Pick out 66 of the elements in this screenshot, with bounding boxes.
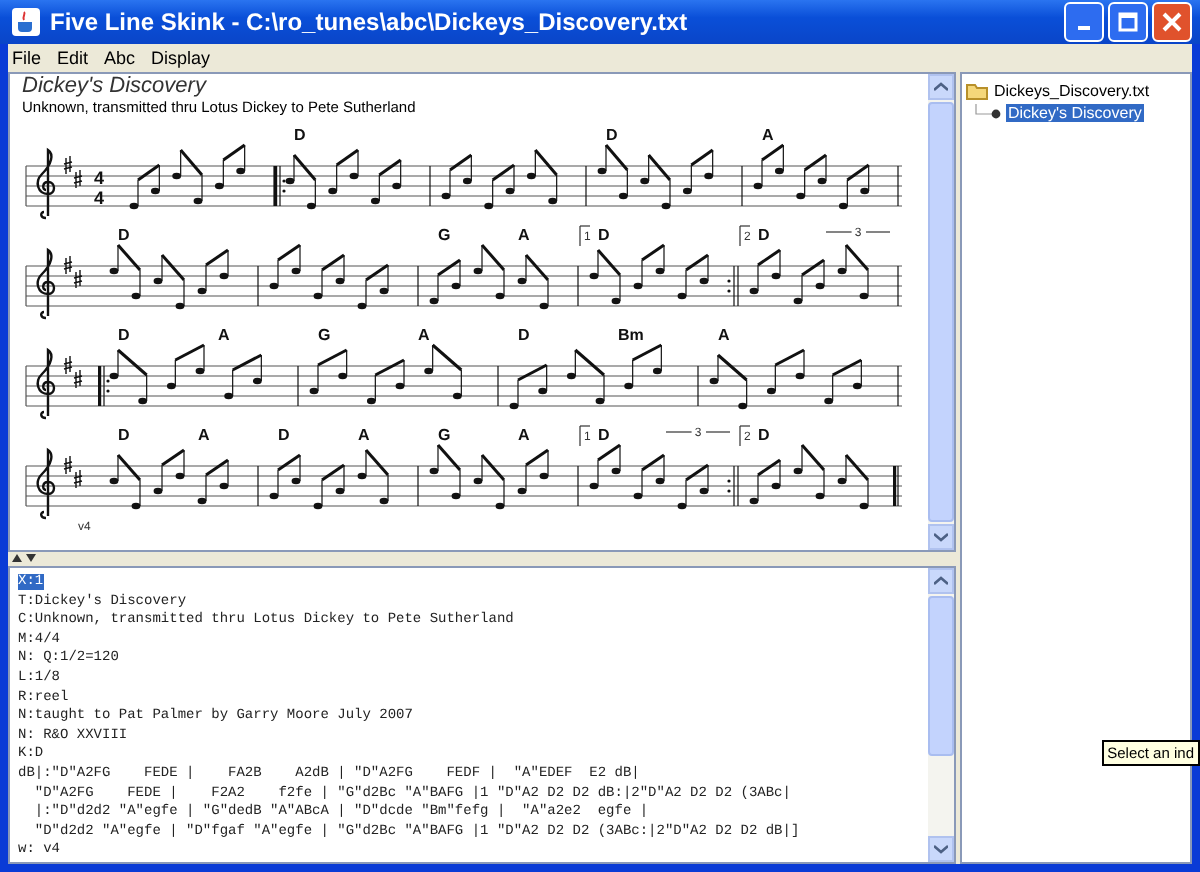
time-signature-top: 4 — [94, 168, 105, 188]
maximize-button[interactable] — [1108, 2, 1148, 42]
tune-title: Dickey's Discovery — [22, 76, 209, 98]
chord-label: D — [598, 226, 610, 244]
scroll-up-button[interactable] — [928, 568, 954, 594]
tree-node-icon — [974, 104, 1002, 122]
key-signature-icon — [63, 255, 83, 289]
menu-item[interactable]: Edit — [57, 48, 89, 68]
chevron-up-icon — [934, 576, 948, 586]
collapse-arrows-icon[interactable] — [12, 554, 36, 564]
scroll-up-button[interactable] — [928, 74, 954, 100]
ending-bracket — [739, 225, 751, 247]
chord-label: D — [758, 426, 770, 444]
maximize-icon — [1118, 12, 1138, 32]
chord-label: D — [118, 226, 130, 244]
key-signature-icon — [63, 455, 83, 489]
chord-label: D — [118, 426, 130, 444]
time-signature-bottom: 4 — [94, 188, 105, 208]
ending-bracket — [579, 225, 591, 247]
chevron-down-icon — [934, 844, 948, 854]
abc-text-editor[interactable] — [8, 566, 956, 864]
chord-label: D — [518, 326, 530, 344]
minimize-icon — [1078, 26, 1090, 30]
chord-label: D — [598, 426, 610, 444]
scroll-down-button[interactable] — [928, 836, 954, 862]
chord-label: A — [218, 326, 230, 344]
menu-item[interactable]: Display — [151, 48, 211, 68]
window-title: Five Line Skink - C:\ro_tunes\abc\Dickeys_Discovery.txt — [50, 8, 690, 36]
chevron-up-icon — [934, 82, 948, 92]
tree-item[interactable]: Dickey's Discovery — [1006, 104, 1144, 122]
minimize-button[interactable] — [1064, 2, 1104, 42]
menu-item[interactable]: Abc — [104, 48, 136, 68]
key-signature-icon — [63, 355, 83, 389]
chord-label: D — [118, 326, 130, 344]
ending-bracket — [739, 425, 751, 447]
key-signature-icon — [63, 155, 83, 189]
chord-label: Bm — [618, 326, 644, 344]
folder-icon — [966, 82, 988, 100]
scroll-thumb[interactable] — [928, 596, 954, 756]
close-button[interactable] — [1152, 2, 1192, 42]
scroll-down-button[interactable] — [928, 524, 954, 550]
chord-label: A — [518, 226, 530, 244]
treble-clef-icon — [36, 448, 56, 520]
chord-label: D — [278, 426, 290, 444]
chord-label: G — [438, 226, 451, 244]
chord-label: D — [294, 126, 306, 144]
treble-clef-icon — [36, 148, 56, 220]
treble-clef-icon — [36, 248, 56, 320]
scrollbar[interactable] — [928, 568, 954, 862]
chord-label: A — [198, 426, 210, 444]
chord-label: D — [606, 126, 618, 144]
chord-label: A — [358, 426, 370, 444]
chord-label: D — [758, 226, 770, 244]
chord-label: A — [762, 126, 774, 144]
chord-label: G — [318, 326, 331, 344]
treble-clef-icon — [36, 348, 56, 420]
chord-label: A — [418, 326, 430, 344]
chord-label: A — [718, 326, 730, 344]
chevron-down-icon — [934, 532, 948, 542]
chord-label: G — [438, 426, 451, 444]
cup-icon — [12, 8, 40, 36]
close-icon — [1162, 12, 1182, 32]
ending-bracket — [579, 425, 591, 447]
menu-item[interactable]: File — [12, 48, 42, 68]
tree-item[interactable]: Dickeys_Discovery.txt — [992, 82, 1152, 100]
chord-label: A — [518, 426, 530, 444]
